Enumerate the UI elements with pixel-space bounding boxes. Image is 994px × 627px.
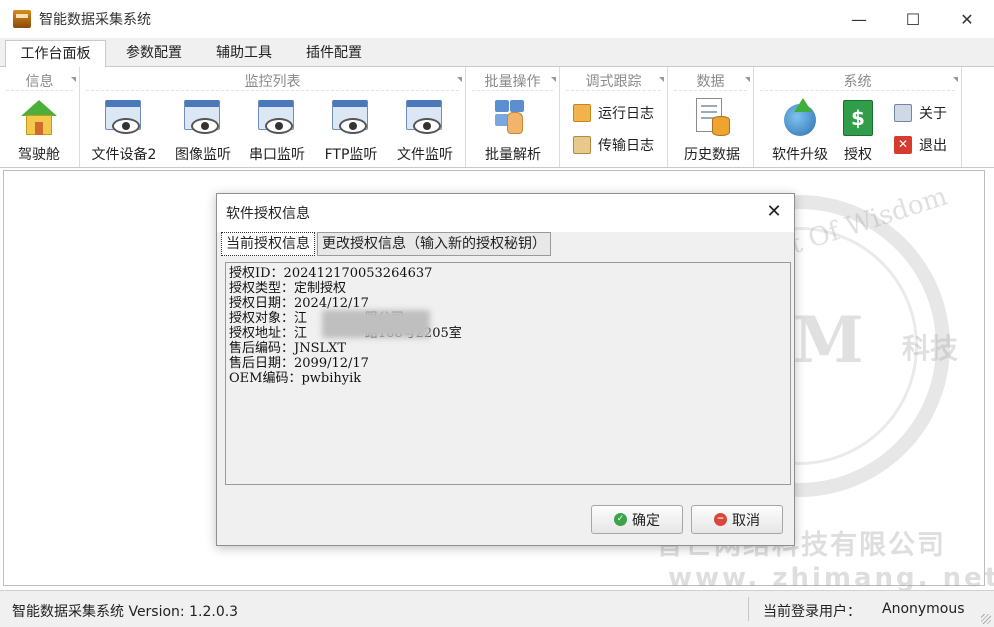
software-upgrade-button[interactable]: 软件升级 [760,95,840,164]
history-data-label: 历史数据 [684,147,740,163]
exit-button[interactable]: ✕ 退出 [894,135,947,155]
tab-parameters[interactable]: 参数配置 [114,40,194,67]
transfer-log-icon [573,136,591,154]
title-bar: 智能数据采集系统 — ☐ ✕ [0,0,994,38]
dialog-tabs: 当前授权信息 更改授权信息（输入新的授权秘钥） [221,232,553,256]
app-icon [13,10,31,28]
image-monitor-label: 图像监听 [175,147,231,163]
maximize-button[interactable]: ☐ [886,0,940,38]
monitor-eye-icon [405,98,445,138]
ftp-monitor-button[interactable]: FTP监听 [316,95,386,164]
cancel-label: 取消 [732,512,760,529]
group-debug: 调式跟踪 运行日志 传输日志 [560,67,668,167]
group-debug-title: 调式跟踪 [560,71,667,91]
monitor-eye-icon [183,98,223,138]
license-icon: $ [838,98,878,138]
tab-change-license[interactable]: 更改授权信息（输入新的授权秘钥） [317,232,551,256]
license-line: 授权地址：江 路168号2205室 [229,326,462,341]
license-line: 授权对象：江 限公司 [229,311,404,326]
monitor-eye-icon [257,98,297,138]
license-line: 授权ID：202412170053264637 [229,266,433,281]
cockpit-button[interactable]: 驾驶舱 [10,95,68,164]
dialog-close-icon[interactable]: ✕ [762,200,786,224]
group-system-title: 系统 [754,71,961,91]
software-upgrade-label: 软件升级 [772,147,828,163]
ribbon-toolbar: 信息 驾驶舱 监控列表 文件设备2 图像监听 串口监听 FTP监听 文件监听 批… [0,67,994,168]
window-controls: — ☐ ✕ [832,0,994,38]
license-line: 售后日期：2099/12/17 [229,356,369,371]
tab-plugins[interactable]: 插件配置 [294,40,374,67]
tab-workbench[interactable]: 工作台面板 [5,40,106,68]
house-icon [19,98,59,138]
file-monitor-button[interactable]: 文件监听 [390,95,460,164]
group-info: 信息 驾驶舱 [0,67,80,167]
license-dialog: 软件授权信息 ✕ 当前授权信息 更改授权信息（输入新的授权秘钥） 授权ID：20… [216,193,795,546]
resize-grip[interactable] [981,614,991,624]
monitor-eye-icon [331,98,371,138]
close-button[interactable]: ✕ [940,0,994,38]
license-line: 授权日期：2024/12/17 [229,296,369,311]
check-icon: ✓ [614,513,627,526]
transfer-log-label: 传输日志 [598,138,654,154]
group-data: 数据 历史数据 [668,67,754,167]
batch-hand-icon [493,98,533,138]
batch-parse-button[interactable]: 批量解析 [478,95,548,164]
cockpit-label: 驾驶舱 [18,147,60,163]
ok-label: 确定 [632,512,660,529]
ftp-monitor-label: FTP监听 [324,147,378,163]
window-title: 智能数据采集系统 [39,12,151,28]
group-batch-title: 批量操作 [466,71,559,91]
minimize-button[interactable]: — [832,0,886,38]
license-label: 授权 [844,147,872,163]
group-monitor-title: 监控列表 [80,71,465,91]
exit-icon: ✕ [894,136,912,154]
file-monitor-label: 文件监听 [397,147,453,163]
run-log-button[interactable]: 运行日志 [573,103,654,123]
upgrade-globe-icon [780,98,820,138]
file-device2-label: 文件设备2 [91,147,157,163]
redaction-blur [322,310,430,338]
about-button[interactable]: 关于 [894,103,947,123]
run-log-label: 运行日志 [598,106,654,122]
tab-current-license[interactable]: 当前授权信息 [221,232,315,256]
serial-monitor-button[interactable]: 串口监听 [242,95,312,164]
serial-monitor-label: 串口监听 [249,147,305,163]
license-info-text[interactable]: 授权ID：202412170053264637 授权类型：定制授权 授权日期：2… [225,262,791,485]
group-system: 系统 软件升级 $ 授权 关于 ✕ 退出 [754,67,962,167]
cancel-button[interactable]: − 取消 [691,505,783,534]
tab-tools[interactable]: 辅助工具 [204,40,284,67]
license-line: 授权类型：定制授权 [229,281,347,296]
dialog-title: 软件授权信息 [217,194,794,232]
exit-label: 退出 [919,138,947,154]
cancel-icon: − [714,513,727,526]
monitor-eye-icon [104,98,144,138]
batch-parse-label: 批量解析 [485,147,541,163]
about-label: 关于 [919,106,947,122]
log-icon [573,104,591,122]
file-device2-button[interactable]: 文件设备2 [86,95,162,164]
license-button[interactable]: $ 授权 [836,95,880,164]
ok-button[interactable]: ✓ 确定 [591,505,683,534]
about-icon [894,104,912,122]
status-bar: 智能数据采集系统 Version: 1.2.0.3 当前登录用户： Anonym… [0,590,994,627]
group-data-title: 数据 [668,71,753,91]
status-version: 智能数据采集系统 Version: 1.2.0.3 [12,604,239,620]
history-data-icon [692,98,732,138]
history-data-button[interactable]: 历史数据 [676,95,748,164]
license-line: 售后编码：JNSLXT [229,341,347,356]
image-monitor-button[interactable]: 图像监听 [168,95,238,164]
status-user: Anonymous [882,601,965,617]
transfer-log-button[interactable]: 传输日志 [573,135,654,155]
menu-tabs: 工作台面板 参数配置 辅助工具 插件配置 [0,38,994,68]
group-batch: 批量操作 批量解析 [466,67,560,167]
status-user-label: 当前登录用户： [763,604,861,620]
group-info-title: 信息 [0,71,79,91]
group-monitor: 监控列表 文件设备2 图像监听 串口监听 FTP监听 文件监听 [80,67,466,167]
license-line: OEM编码：pwbihyik [229,371,362,386]
